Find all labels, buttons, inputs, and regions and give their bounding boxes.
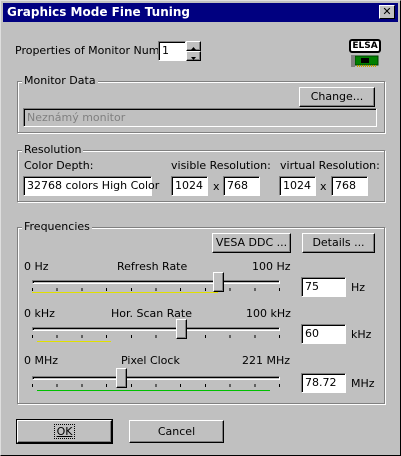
monitor-number-field[interactable]: 1 (158, 41, 186, 61)
refresh-rate-field[interactable]: 75 (301, 277, 346, 297)
pixel-clock-field[interactable]: 78.72 (301, 373, 346, 393)
spin-down-icon (191, 57, 196, 60)
pixel-min-label: 0 MHz (24, 354, 59, 367)
visible-resolution-label: visible Resolution: (171, 159, 271, 172)
hscan-min-label: 0 kHz (24, 307, 55, 320)
refresh-unit: Hz (351, 281, 366, 294)
hscan-unit: kHz (351, 328, 372, 341)
pixel-clock-track (32, 376, 280, 380)
title-bar: Graphics Mode Fine Tuning ✕ (3, 3, 398, 22)
pixel-clock-ticks (32, 384, 280, 387)
hscan-max-label: 100 kHz (246, 307, 291, 320)
hscan-rate-track (32, 327, 280, 331)
spin-down-button[interactable] (186, 51, 201, 61)
graphics-card-icon (351, 54, 379, 68)
hscan-rate-field[interactable]: 60 (301, 324, 346, 344)
refresh-rate-track (32, 280, 280, 284)
ok-button-label: OK (53, 424, 76, 439)
times-label: x (213, 180, 220, 193)
refresh-rate-ticks (32, 288, 280, 291)
spin-up-button[interactable] (186, 41, 201, 51)
refresh-rate-range (32, 292, 218, 293)
elsa-logo: ELSA (349, 39, 381, 53)
dialog-window: Graphics Mode Fine Tuning ✕ Properties o… (0, 0, 401, 456)
refresh-rate-slider-thumb[interactable] (213, 272, 224, 292)
visible-height-field[interactable]: 768 (223, 176, 260, 196)
window-title: Graphics Mode Fine Tuning (7, 5, 191, 19)
pixel-unit: MHz (351, 377, 375, 390)
monitor-data-title: Monitor Data (22, 74, 98, 87)
pixel-max-label: 221 MHz (242, 354, 291, 367)
refresh-min-label: 0 Hz (24, 260, 49, 273)
virtual-height-field[interactable]: 768 (331, 176, 368, 196)
hscan-rate-ticks (32, 335, 280, 338)
vesa-ddc-button[interactable]: VESA DDC ... (212, 233, 291, 253)
color-depth-field[interactable]: 32768 colors High Color (23, 176, 159, 196)
color-depth-label: Color Depth: (24, 159, 94, 172)
visible-width-field[interactable]: 1024 (171, 176, 208, 196)
pixel-clock-slider-thumb[interactable] (116, 368, 128, 388)
refresh-rate-label: Refresh Rate (117, 260, 188, 273)
close-icon[interactable]: ✕ (379, 5, 395, 19)
hscan-rate-range (36, 341, 112, 342)
frequencies-title: Frequencies (22, 220, 92, 233)
pixel-clock-range (36, 390, 271, 391)
refresh-max-label: 100 Hz (252, 260, 291, 273)
cancel-button[interactable]: Cancel (129, 420, 224, 443)
monitor-name-field: Neznámý monitor (23, 108, 377, 127)
resolution-title: Resolution (22, 143, 84, 156)
pixel-clock-label: Pixel Clock (121, 354, 180, 367)
hscan-rate-slider-thumb[interactable] (175, 319, 187, 339)
virtual-resolution-label: virtual Resolution: (280, 159, 380, 172)
times-label: x (320, 180, 327, 193)
ok-button[interactable]: OK (16, 419, 113, 444)
change-monitor-button[interactable]: Change... (299, 87, 375, 107)
monitor-number-label: Properties of Monitor Number: (15, 44, 182, 57)
details-button[interactable]: Details ... (302, 233, 375, 253)
virtual-width-field[interactable]: 1024 (279, 176, 316, 196)
